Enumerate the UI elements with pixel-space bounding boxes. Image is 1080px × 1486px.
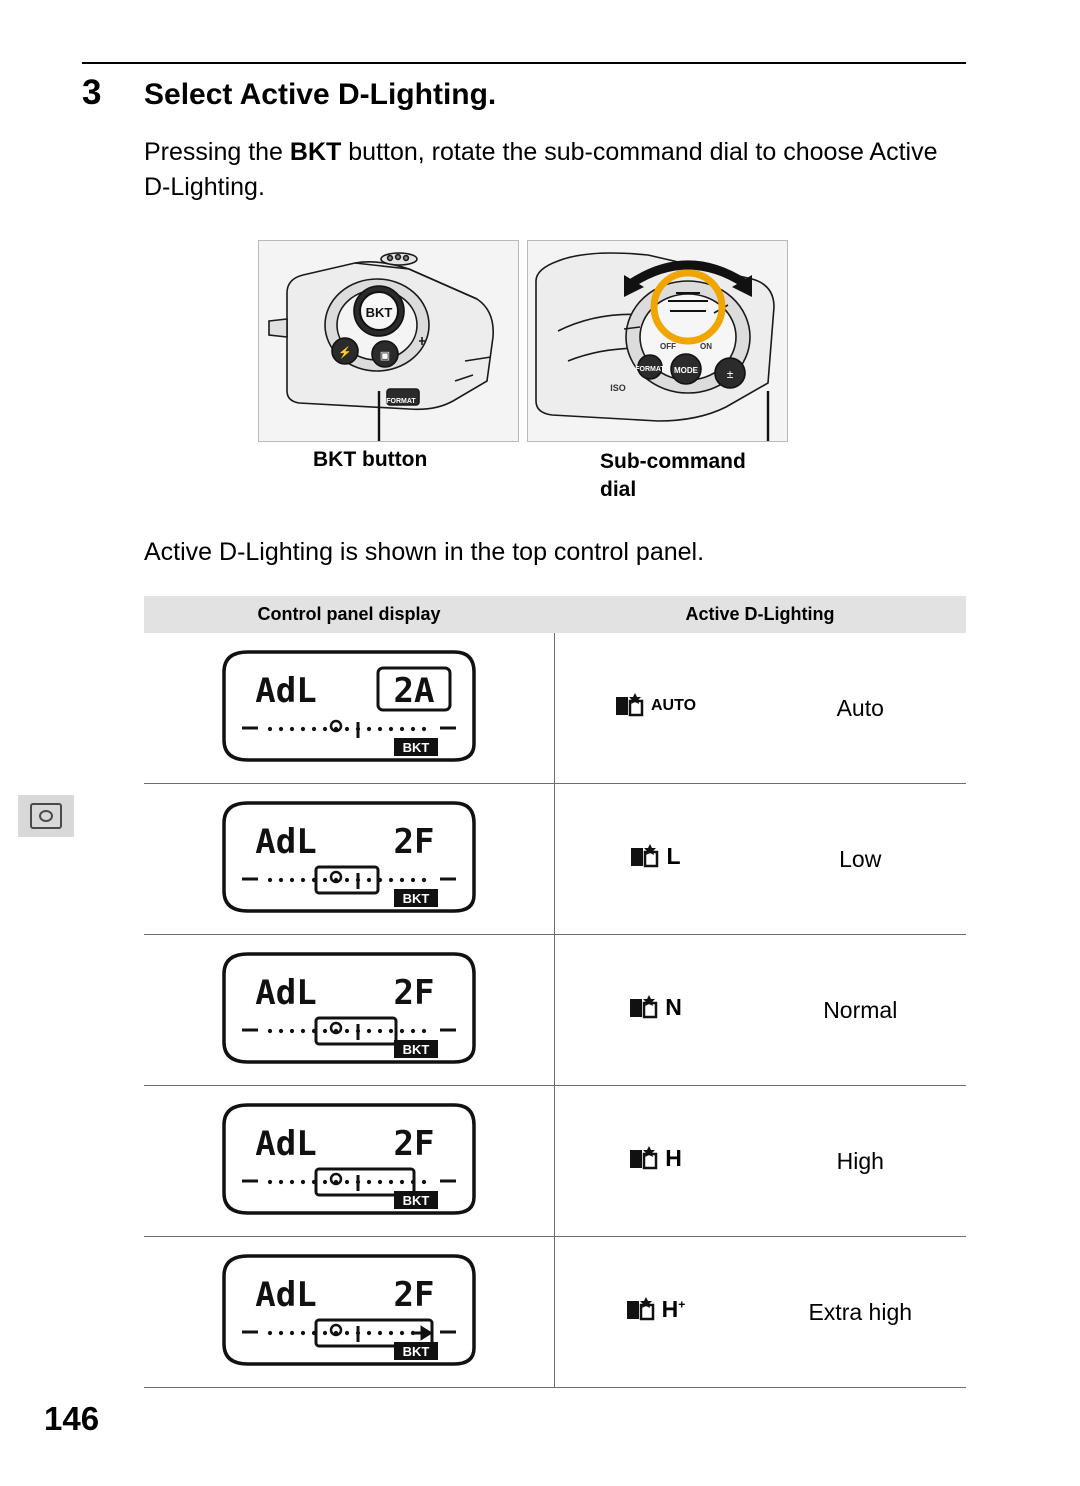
active-d-lighting-icon: L: [555, 842, 755, 877]
bkt-button-glyph: BKT: [366, 305, 393, 320]
active-d-lighting-icon: N: [555, 993, 755, 1028]
active-d-lighting-cell: L Low: [554, 783, 966, 935]
power-on-label: ON: [700, 342, 712, 351]
lcd-panel-illustration: AdL 2F BKT: [222, 951, 476, 1064]
lcd-value-group: 2F: [393, 1124, 434, 1164]
table-row: AdL 2F BKT N Normal: [144, 934, 966, 1086]
d-lighting-glyph-icon: [626, 1296, 654, 1320]
format-label-right: FORMAT: [635, 366, 665, 373]
lcd-exposure-scale: [241, 1172, 456, 1191]
table-body: AdL 2A BKT AUTO Auto AdL 2F BKT L Low AdL 2F BKT N Nor…: [144, 633, 966, 1388]
active-d-lighting-label: Auto: [836, 694, 884, 721]
lcd-panel-illustration: AdL 2F BKT: [222, 1102, 476, 1215]
lcd-main-text: AdL: [255, 671, 316, 711]
caption-dial-line2: dial: [600, 478, 637, 502]
exposure-comp-icon: ±: [727, 367, 734, 381]
active-d-lighting-cell: H+ Extra high: [554, 1236, 966, 1388]
caption-sub-command-dial: Sub-command dial: [600, 448, 820, 505]
flash-icon: ⚡: [338, 346, 352, 359]
active-d-lighting-cell: H High: [554, 1085, 966, 1237]
lock-icon: ▣: [380, 350, 390, 362]
lcd-main-text: AdL: [255, 1275, 316, 1315]
lcd-bkt-text: BKT: [402, 1042, 429, 1057]
playback-icon: [30, 803, 62, 829]
lcd-value-text: 2F: [393, 1275, 434, 1315]
d-lighting-glyph-icon: [631, 843, 659, 867]
figure-group: BKT FORMAT ⚡ ▣ FORMAT MODE ± ISO ON OFF: [258, 240, 788, 442]
power-off-label: OFF: [660, 342, 676, 351]
control-panel-display-cell: AdL 2F BKT: [144, 1085, 555, 1237]
lcd-value-group: 2F: [393, 973, 434, 1013]
d-lighting-glyph-icon: [615, 692, 644, 716]
table-row: AdL 2F BKT H High: [144, 1085, 966, 1237]
step-heading: 3 Select Active D-Lighting.: [82, 73, 972, 113]
control-panel-note: Active D-Lighting is shown in the top co…: [144, 538, 705, 566]
lcd-bkt-text: BKT: [402, 740, 429, 755]
control-panel-display-cell: AdL 2A BKT: [144, 633, 555, 784]
active-d-lighting-icon-suffix: AUTO: [650, 696, 697, 714]
header-control-panel-display: Control panel display: [144, 596, 554, 633]
d-lighting-glyph-icon: [630, 1145, 658, 1169]
instruction-part-1: Pressing the: [144, 138, 290, 166]
lcd-exposure-scale: [241, 1021, 456, 1040]
caption-dial-line1: Sub-command: [600, 450, 746, 473]
lcd-arrow-icon: [413, 1324, 433, 1341]
active-d-lighting-icon: H: [555, 1144, 755, 1179]
lcd-exposure-scale: [241, 719, 456, 738]
active-d-lighting-label: Normal: [823, 996, 898, 1023]
step-title: Select Active D-Lighting.: [144, 78, 497, 111]
lcd-value-text: 2F: [393, 822, 434, 862]
step-instruction: Pressing the BKT button, rotate the sub-…: [144, 135, 944, 204]
active-d-lighting-icon-suffix: N: [665, 994, 682, 1020]
lcd-value-text: 2F: [393, 1124, 434, 1164]
lcd-panel-illustration: AdL 2F BKT: [222, 1253, 476, 1366]
header-rule: [82, 62, 966, 64]
step-number: 3: [82, 73, 102, 112]
caption-bkt-button: BKT button: [313, 448, 428, 471]
lcd-value-group: 2F: [393, 822, 434, 862]
table-row: AdL 2F BKT L Low: [144, 783, 966, 935]
lcd-main-text: AdL: [255, 822, 316, 862]
bkt-leader-line: [377, 391, 381, 441]
active-d-lighting-label: Low: [839, 845, 882, 872]
control-panel-display-cell: AdL 2F BKT: [144, 934, 555, 1086]
lcd-exposure-scale: [241, 870, 456, 889]
side-tab-playback: [18, 795, 74, 837]
lcd-bkt-text: BKT: [402, 891, 429, 906]
mode-button-label: MODE: [674, 366, 699, 375]
table-header-row: Control panel display Active D-Lighting: [144, 596, 966, 633]
lcd-value-group: 2F: [393, 1275, 434, 1315]
page-number: 146: [44, 1400, 100, 1437]
lcd-main-text: AdL: [255, 1124, 316, 1164]
header-active-d-lighting: Active D-Lighting: [554, 596, 966, 633]
lcd-value-text: 2A: [393, 671, 434, 711]
control-panel-display-cell: AdL 2F BKT: [144, 783, 555, 935]
lcd-panel-illustration: AdL 2A BKT: [222, 649, 476, 762]
active-d-lighting-icon: H+: [555, 1295, 755, 1330]
active-d-lighting-icon-suffix: H: [665, 1145, 682, 1171]
figure-bkt-button: BKT FORMAT ⚡ ▣: [258, 240, 519, 442]
table-row: AdL 2A BKT AUTO Auto: [144, 633, 966, 784]
active-d-lighting-icon-suffix: H+: [661, 1296, 686, 1322]
manual-page: 3 Select Active D-Lighting. Pressing the…: [0, 0, 1080, 1486]
lcd-bkt-text: BKT: [402, 1193, 429, 1208]
dial-leader-line: [766, 391, 770, 441]
lcd-panel-illustration: AdL 2F BKT: [222, 800, 476, 913]
active-d-lighting-label: Extra high: [808, 1298, 913, 1325]
active-d-lighting-table: Control panel display Active D-Lighting …: [144, 596, 966, 1388]
lcd-value-text: 2F: [393, 973, 434, 1013]
lcd-value-group: 2A: [376, 666, 452, 711]
lcd-bkt-text: BKT: [402, 1344, 429, 1359]
active-d-lighting-cell: N Normal: [554, 934, 966, 1086]
active-d-lighting-icon-suffix: L: [666, 843, 681, 869]
active-d-lighting-cell: AUTO Auto: [554, 633, 966, 784]
bkt-bold-label: BKT: [289, 138, 342, 166]
figure-sub-command-dial: FORMAT MODE ± ISO ON OFF: [527, 240, 788, 442]
active-d-lighting-icon: AUTO: [555, 691, 755, 726]
table-row: AdL 2F BKT H+ Extra high: [144, 1236, 966, 1388]
lcd-main-text: AdL: [255, 973, 316, 1013]
control-panel-display-cell: AdL 2F BKT: [144, 1236, 555, 1388]
active-d-lighting-label: High: [836, 1147, 884, 1174]
d-lighting-glyph-icon: [630, 994, 658, 1018]
